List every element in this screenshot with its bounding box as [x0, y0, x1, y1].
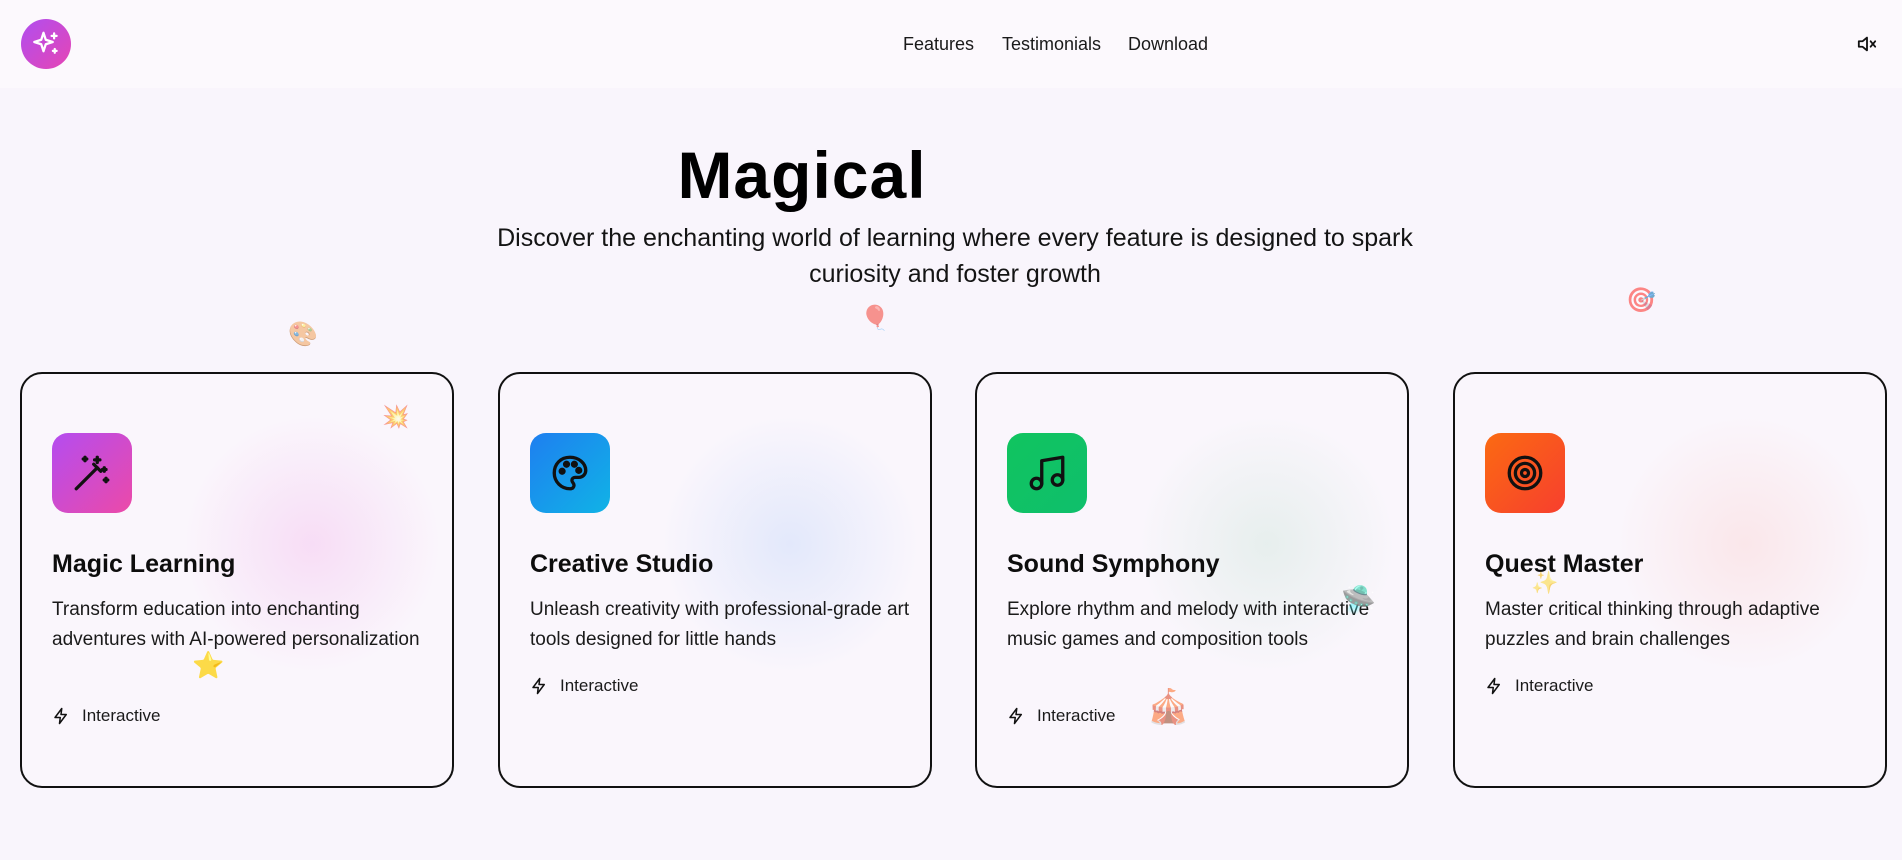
top-navigation-bar: Features Testimonials Download: [0, 0, 1902, 88]
lightning-icon: [1009, 707, 1022, 725]
card-title: Creative Studio: [530, 550, 714, 578]
target-icon: [1507, 455, 1543, 491]
card-description: Master critical thinking through adaptiv…: [1485, 599, 1820, 650]
card-icon-tile: [1007, 433, 1087, 513]
card-icon-tile: [530, 433, 610, 513]
lightning-icon: [54, 707, 67, 725]
feature-card-quest-master[interactable]: Quest Master Master critical thinking th…: [1453, 372, 1887, 788]
hero-title: Magical: [677, 138, 927, 212]
ufo-emoji-icon: 🛸: [1341, 583, 1376, 616]
feature-card-sound-symphony[interactable]: Sound Symphony Explore rhythm and melody…: [975, 372, 1409, 788]
palette-icon: [552, 455, 588, 491]
card-icon-tile: [52, 433, 132, 513]
star-emoji-icon: ⭐: [192, 651, 225, 681]
card-description: Transform education into enchanting adve…: [52, 599, 420, 650]
speaker-muted-icon: [1857, 36, 1877, 52]
card-tag-label: Interactive: [1037, 706, 1116, 725]
card-tag: Interactive: [530, 673, 638, 699]
lightning-icon: [532, 677, 545, 695]
card-icon-tile: [1485, 433, 1565, 513]
card-title: Sound Symphony: [1007, 550, 1220, 578]
card-tag-label: Interactive: [82, 706, 161, 725]
feature-card-creative-studio[interactable]: Creative Studio Unleash creativity with …: [498, 372, 932, 788]
card-title: Quest Master: [1485, 550, 1644, 578]
lightning-icon: [1487, 677, 1500, 695]
balloon-emoji-icon: 🎈: [860, 304, 890, 332]
feature-card-magic-learning[interactable]: Magic Learning Transform education into …: [20, 372, 454, 788]
card-description: Unleash creativity with professional-gra…: [530, 599, 910, 650]
sparkles-emoji-icon: ✨: [1531, 571, 1559, 596]
magic-wand-icon: [74, 455, 110, 491]
sound-muted-toggle[interactable]: [1855, 33, 1879, 55]
main-nav: Features Testimonials Download: [0, 31, 1902, 57]
card-tag: Interactive: [1485, 673, 1593, 699]
hero-subtitle: Discover the enchanting world of learnin…: [497, 224, 1413, 288]
explosion-emoji-icon: 💥: [382, 405, 410, 430]
card-tag-label: Interactive: [1515, 676, 1594, 695]
card-tag-label: Interactive: [560, 676, 639, 695]
card-tag: Interactive: [1007, 703, 1115, 729]
target-emoji-icon: 🎯: [1626, 286, 1656, 314]
nav-link-features[interactable]: Features: [903, 31, 974, 57]
nav-link-download[interactable]: Download: [1128, 31, 1208, 57]
nav-link-testimonials[interactable]: Testimonials: [1002, 31, 1101, 57]
palette-emoji-icon: 🎨: [288, 320, 318, 348]
card-title: Magic Learning: [52, 550, 236, 578]
card-tag: Interactive: [52, 703, 160, 729]
card-description: Explore rhythm and melody with interacti…: [1007, 599, 1370, 650]
music-note-icon: [1029, 455, 1065, 491]
circus-tent-emoji-icon: 🎪: [1147, 687, 1190, 727]
